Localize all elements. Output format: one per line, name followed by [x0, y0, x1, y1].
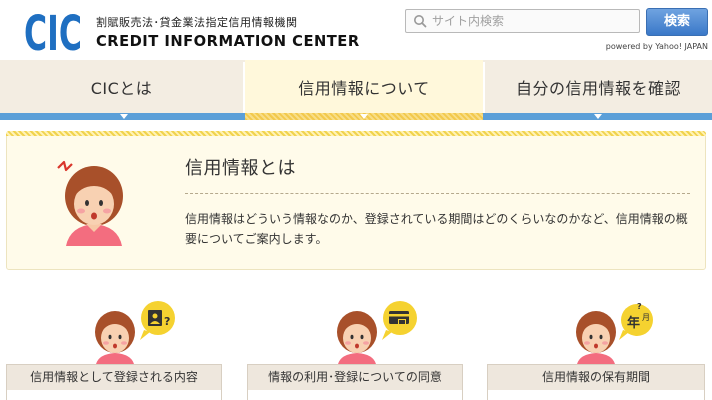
nav-tab-label: 自分の信用情報を確認: [515, 79, 681, 98]
svg-text:?: ?: [164, 315, 170, 328]
intro-title: 信用情報とは: [185, 158, 296, 179]
svg-text:年: 年: [627, 315, 640, 331]
nav-tab-cic[interactable]: CICとは: [0, 60, 243, 114]
card-title-retention-period[interactable]: 信用情報の保有期間: [487, 364, 705, 390]
search-input[interactable]: [432, 11, 632, 31]
chevron-down-icon: [360, 114, 368, 119]
card-body: [247, 390, 463, 400]
search-button[interactable]: 検索: [646, 8, 708, 36]
svg-text:月: 月: [642, 313, 650, 322]
svg-text:?: ?: [637, 302, 642, 311]
nav-tab-label: 信用情報について: [298, 79, 430, 98]
card-title-consent[interactable]: 情報の利用･登録についての同意: [247, 364, 463, 390]
intro-divider: [185, 193, 690, 194]
intro-description: 信用情報はどういう情報なのか、登録されている期間はどのくらいなのかなど、信用情報…: [185, 212, 688, 246]
chevron-down-icon: [120, 114, 128, 119]
woman-id-card-avatar-icon: ?: [95, 301, 175, 364]
card-body: [487, 390, 705, 400]
nav-tab-credit-info[interactable]: 信用情報について: [245, 60, 483, 114]
site-header: CIC 割賦販売法･貸金業法指定信用情報機関 CREDIT INFORMATIO…: [0, 0, 712, 60]
powered-by-text: powered by Yahoo! JAPAN: [605, 42, 708, 51]
woman-year-month-avatar-icon: 年 月 ?: [576, 302, 653, 364]
cic-logo[interactable]: CIC: [24, 8, 82, 54]
nav-tab-check-own-info[interactable]: 自分の信用情報を確認: [485, 60, 712, 114]
card-body: [6, 390, 222, 400]
intro-panel-stripe: [6, 131, 706, 136]
site-tagline: 割賦販売法･貸金業法指定信用情報機関: [96, 16, 298, 29]
nav-tab-label: CICとは: [90, 79, 153, 98]
search-box: [405, 9, 640, 33]
woman-avatar-icon: [57, 160, 123, 246]
woman-card-lock-avatar-icon: [337, 301, 417, 364]
svg-text:CIC: CIC: [24, 8, 82, 54]
search-icon: [414, 15, 427, 28]
chevron-down-icon: [594, 114, 602, 119]
site-brand-name: CREDIT INFORMATION CENTER: [96, 32, 360, 50]
card-title-registered-content[interactable]: 信用情報として登録される内容: [6, 364, 222, 390]
